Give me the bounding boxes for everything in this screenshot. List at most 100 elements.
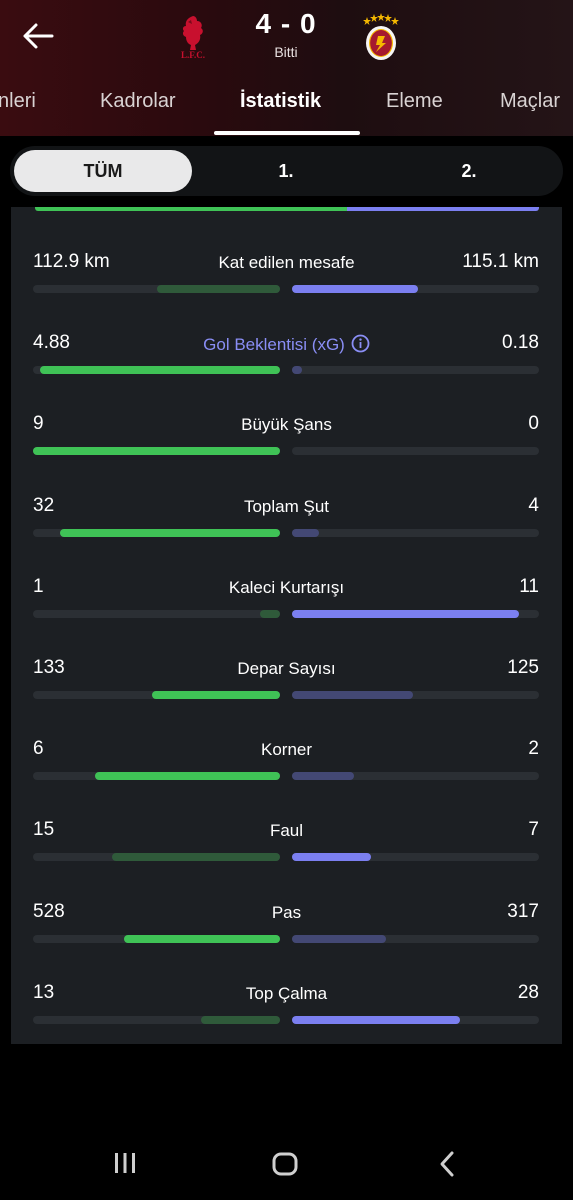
tab-highlights[interactable]: nleri bbox=[0, 90, 36, 113]
stat-label[interactable]: Gol Beklentisi (xG) bbox=[11, 334, 562, 355]
away-bar-fill bbox=[292, 1015, 460, 1024]
stat-label: Pas bbox=[11, 903, 562, 923]
stat-row: 15 Faul 7 bbox=[11, 819, 562, 879]
tab-elimination[interactable]: Eleme bbox=[386, 90, 443, 113]
stat-label: Faul bbox=[11, 821, 562, 841]
stat-label: Kaleci Kurtarışı bbox=[11, 578, 562, 598]
stat-label: Top Çalma bbox=[11, 984, 562, 1004]
away-bar-track bbox=[292, 1015, 539, 1024]
stat-away-value: 125 bbox=[507, 657, 539, 678]
home-bar-fill bbox=[94, 772, 280, 781]
tab-matches[interactable]: Maçlar bbox=[500, 90, 560, 113]
stat-label: Toplam Şut bbox=[11, 497, 562, 517]
home-bar-fill bbox=[156, 285, 280, 293]
tab-lineups[interactable]: Kadrolar bbox=[100, 90, 176, 113]
match-status: Bitti bbox=[274, 44, 298, 60]
away-bar-track bbox=[292, 934, 539, 943]
match-header: L.F.C. 4 - 0 Bitti nleri Kadrolar İstati… bbox=[0, 0, 573, 136]
home-bar-track bbox=[33, 1015, 280, 1024]
home-bar-fill bbox=[151, 691, 280, 699]
stat-label-text: Kat edilen mesafe bbox=[218, 253, 355, 272]
away-bar-fill bbox=[292, 691, 414, 699]
stat-row: 1 Kaleci Kurtarışı 11 bbox=[11, 576, 562, 636]
stat-row: 4.88 Gol Beklentisi (xG) 0.18 bbox=[11, 332, 562, 392]
away-bar-track bbox=[292, 772, 539, 781]
stat-away-value: 28 bbox=[517, 981, 539, 1003]
away-bar-track bbox=[292, 691, 539, 699]
possession-home-fill bbox=[35, 207, 348, 211]
home-bar-fill bbox=[200, 1015, 280, 1024]
home-bar-track bbox=[33, 691, 280, 699]
away-bar-fill bbox=[292, 285, 418, 293]
period-second-half[interactable]: 2. bbox=[380, 150, 558, 192]
away-bar-track bbox=[292, 366, 539, 375]
stat-label: Korner bbox=[11, 740, 562, 760]
away-bar-fill bbox=[292, 853, 372, 862]
home-bar-fill bbox=[260, 609, 280, 618]
info-icon[interactable] bbox=[351, 334, 370, 353]
away-bar-fill bbox=[292, 528, 320, 537]
home-bar-fill bbox=[40, 366, 280, 375]
possession-strip bbox=[35, 207, 539, 211]
stat-away-value: 115.1 km bbox=[462, 251, 539, 272]
possession-away-fill bbox=[347, 207, 539, 211]
nav-back-icon bbox=[440, 1151, 454, 1177]
stat-label-text: Gol Beklentisi (xG) bbox=[203, 335, 345, 355]
stat-row: 112.9 km Kat edilen mesafe 115.1 km bbox=[11, 251, 562, 311]
stat-away-value: 0.18 bbox=[502, 332, 539, 354]
period-all[interactable]: TÜM bbox=[14, 150, 192, 192]
active-tab-indicator bbox=[214, 131, 360, 135]
stat-label-text: Kaleci Kurtarışı bbox=[228, 577, 345, 597]
stat-row: 9 Büyük Şans 0 bbox=[11, 413, 562, 473]
away-bar-fill bbox=[292, 934, 386, 943]
stat-label: Büyük Şans bbox=[11, 415, 562, 435]
stat-away-value: 317 bbox=[507, 900, 539, 922]
stat-label-text: Top Çalma bbox=[245, 983, 328, 1003]
stat-label-text: Pas bbox=[271, 902, 302, 922]
away-bar-track bbox=[292, 285, 539, 293]
stat-away-value: 2 bbox=[528, 738, 539, 760]
home-bar-track bbox=[33, 366, 280, 375]
away-bar-track bbox=[292, 528, 539, 537]
stat-away-value: 4 bbox=[528, 494, 539, 516]
home-bar-track bbox=[33, 853, 280, 862]
recent-apps-icon bbox=[115, 1153, 135, 1173]
home-bar-track bbox=[33, 934, 280, 943]
stat-away-value: 11 bbox=[519, 575, 539, 597]
home-bar-fill bbox=[60, 528, 280, 537]
away-bar-track bbox=[292, 609, 539, 618]
nav-back-button[interactable] bbox=[436, 1150, 458, 1183]
away-bar-fill bbox=[292, 609, 520, 618]
home-bar-track bbox=[33, 447, 280, 456]
home-bar-track bbox=[33, 285, 280, 293]
stat-label-text: Depar Sayısı bbox=[237, 659, 336, 678]
back-arrow-icon bbox=[23, 23, 54, 49]
galatasaray-crest[interactable] bbox=[362, 12, 400, 62]
period-first-half[interactable]: 1. bbox=[197, 150, 375, 192]
home-bar-fill bbox=[112, 853, 280, 862]
stat-away-value: 7 bbox=[528, 819, 539, 841]
period-selector: TÜM 1. 2. bbox=[10, 146, 563, 196]
stat-row: 528 Pas 317 bbox=[11, 901, 562, 961]
stat-label-text: Korner bbox=[260, 740, 313, 760]
stat-label-text: Toplam Şut bbox=[243, 496, 330, 516]
recent-apps-button[interactable] bbox=[112, 1150, 138, 1181]
stat-row: 32 Toplam Şut 4 bbox=[11, 495, 562, 555]
stat-away-value: 0 bbox=[528, 413, 539, 435]
home-icon bbox=[272, 1152, 298, 1176]
stat-label-text: Büyük Şans bbox=[241, 415, 332, 435]
stat-label: Depar Sayısı bbox=[11, 659, 562, 679]
home-button[interactable] bbox=[271, 1150, 299, 1183]
stats-panel: 112.9 km Kat edilen mesafe 115.1 km 4.88 Gol… bbox=[11, 207, 562, 1044]
away-bar-track bbox=[292, 447, 539, 456]
home-bar-track bbox=[33, 609, 280, 618]
away-bar-fill bbox=[292, 366, 302, 375]
home-bar-track bbox=[33, 772, 280, 781]
liverpool-crest[interactable]: L.F.C. bbox=[176, 12, 210, 62]
back-button[interactable] bbox=[18, 18, 58, 54]
home-bar-fill bbox=[33, 447, 280, 456]
stat-label-text: Faul bbox=[269, 821, 304, 841]
tab-statistics[interactable]: İstatistik bbox=[240, 90, 321, 113]
match-score: 4 - 0 bbox=[255, 8, 317, 39]
tab-bar: nleri Kadrolar İstatistik Eleme Maçlar bbox=[0, 84, 573, 136]
